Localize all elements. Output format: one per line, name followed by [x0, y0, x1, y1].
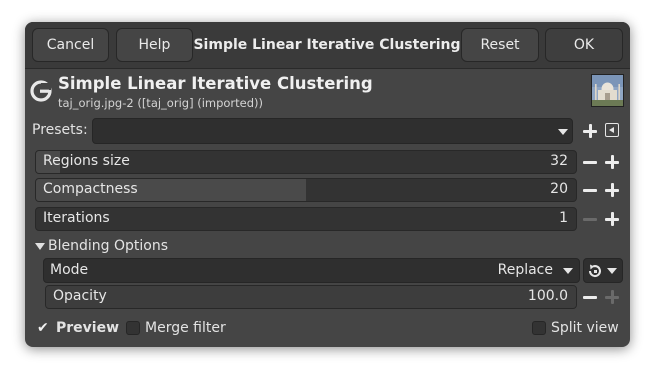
preview-checkbox[interactable]: ✔ [37, 321, 49, 335]
compactness-label: Compactness [43, 181, 138, 197]
filter-title: Simple Linear Iterative Clustering [58, 74, 373, 93]
mode-combo[interactable]: Mode Replace [43, 258, 580, 283]
split-view-label[interactable]: Split view [551, 320, 619, 336]
regions-size-spin[interactable]: Regions size 32 [35, 150, 577, 174]
ok-button[interactable]: OK [545, 28, 623, 62]
chevron-down-icon [607, 268, 617, 274]
regions-size-value: 32 [550, 153, 568, 169]
mode-label: Mode [50, 262, 89, 278]
opacity-plus-button[interactable] [603, 288, 621, 306]
dialog-title: Simple Linear Iterative Clustering [193, 37, 461, 53]
add-preset-icon[interactable] [581, 122, 599, 140]
gimp-logo-icon [30, 80, 52, 102]
iterations-label: Iterations [43, 210, 110, 226]
mode-value: Replace [497, 262, 553, 278]
compactness-plus-button[interactable] [603, 181, 621, 199]
composite-mode-button[interactable] [583, 258, 623, 283]
opacity-label: Opacity [53, 288, 107, 304]
iterations-minus-button[interactable] [581, 210, 599, 228]
help-button[interactable]: Help [116, 28, 193, 62]
chevron-down-icon [558, 129, 568, 135]
iterations-value: 1 [559, 210, 568, 226]
expander-triangle-icon[interactable] [35, 243, 45, 250]
merge-filter-label[interactable]: Merge filter [145, 320, 226, 336]
opacity-spin[interactable]: Opacity 100.0 [45, 285, 577, 309]
presets-combo[interactable] [92, 118, 573, 144]
compactness-value: 20 [550, 181, 568, 197]
cancel-button[interactable]: Cancel [32, 28, 109, 62]
image-thumbnail [591, 74, 624, 107]
composite-mode-icon [588, 264, 601, 278]
regions-size-plus-button[interactable] [603, 153, 621, 171]
iterations-spin[interactable]: Iterations 1 [35, 207, 577, 231]
presets-label: Presets: [32, 122, 88, 138]
regions-size-label: Regions size [43, 153, 130, 169]
split-view-checkbox[interactable] [532, 321, 546, 335]
slic-dialog: Cancel Help Simple Linear Iterative Clus… [25, 22, 630, 347]
image-name: taj_orig.jpg-2 ([taj_orig] (imported)) [58, 96, 264, 110]
opacity-minus-button[interactable] [581, 288, 599, 306]
opacity-value: 100.0 [527, 288, 568, 304]
opacity-fill [46, 286, 576, 308]
chevron-down-icon [563, 268, 573, 274]
preview-label[interactable]: Preview [56, 320, 119, 336]
merge-filter-checkbox[interactable] [126, 321, 140, 335]
iterations-plus-button[interactable] [603, 210, 621, 228]
preset-menu-icon[interactable] [605, 123, 619, 137]
compactness-minus-button[interactable] [581, 181, 599, 199]
regions-size-minus-button[interactable] [581, 153, 599, 171]
compactness-spin[interactable]: Compactness 20 [35, 178, 577, 202]
blending-options-expander[interactable]: Blending Options [48, 238, 168, 254]
reset-button[interactable]: Reset [461, 28, 539, 62]
header-bar: Cancel Help Simple Linear Iterative Clus… [25, 22, 630, 69]
